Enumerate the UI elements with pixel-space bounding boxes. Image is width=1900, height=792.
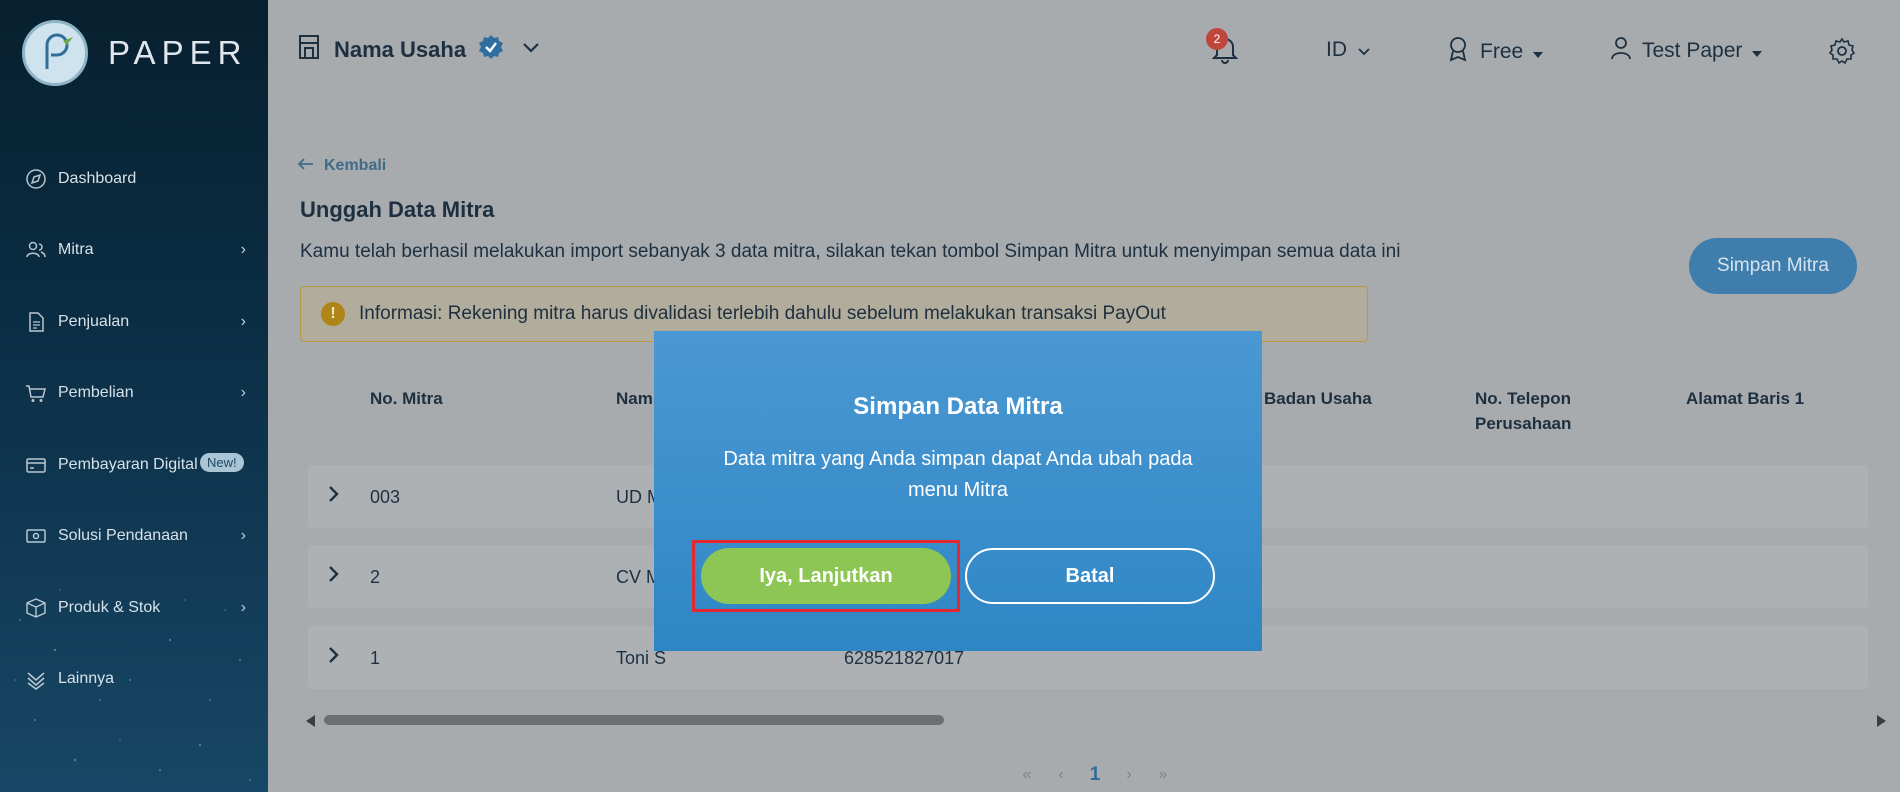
compass-icon [24, 167, 48, 191]
back-label: Kembali [324, 157, 387, 174]
scrollbar-thumb[interactable] [324, 715, 944, 725]
chevron-right-icon[interactable] [328, 485, 340, 508]
pagination: « ‹ 1 › » [1010, 764, 1180, 786]
sidebar-menu: Dashboard Mitra › Penjualan › Pembelian … [0, 143, 268, 715]
notification-count-badge: 2 [1206, 28, 1228, 50]
user-menu[interactable]: Test Paper [1610, 36, 1763, 66]
sidebar-item-label: Lainnya [58, 670, 115, 688]
box-icon [24, 596, 48, 620]
import-description: Kamu telah berhasil melakukan import seb… [300, 241, 1401, 262]
gear-icon[interactable] [1828, 37, 1856, 70]
award-icon [1448, 36, 1468, 68]
sidebar-item-label: Produk & Stok [58, 598, 161, 616]
language-selector[interactable]: ID [1326, 38, 1371, 62]
cell-telepon: 628521827017 [844, 648, 965, 668]
first-page-button[interactable]: « [1010, 766, 1044, 784]
card-icon [24, 453, 48, 477]
column-header-badan-usaha[interactable]: Badan Usaha [1264, 386, 1372, 411]
chevron-down-icon [1357, 38, 1371, 62]
chevron-right-icon[interactable] [328, 565, 340, 588]
store-icon [298, 34, 320, 65]
cancel-button[interactable]: Batal [965, 548, 1215, 604]
scroll-right-arrow-icon[interactable] [1876, 714, 1886, 732]
sidebar-item-penjualan[interactable]: Penjualan › [0, 286, 268, 358]
sidebar-item-pembayaran-digital[interactable]: Pembayaran Digital New! [0, 429, 268, 501]
modal-body-text: Data mitra yang Anda simpan dapat Anda u… [723, 448, 1193, 501]
top-header: Nama Usaha 2 ID Free Test Paper [268, 0, 1900, 104]
sidebar-item-solusi-pendanaan[interactable]: Solusi Pendanaan › [0, 501, 268, 573]
scroll-left-arrow-icon[interactable] [306, 714, 316, 732]
sidebar-item-label: Mitra [58, 241, 94, 259]
paper-logo-icon [22, 20, 88, 86]
sidebar-item-label: Solusi Pendanaan [58, 527, 188, 545]
page-title: Unggah Data Mitra [300, 197, 495, 222]
confirm-save-modal: Simpan Data Mitra Data mitra yang Anda s… [654, 331, 1262, 651]
money-icon [24, 524, 48, 548]
document-icon [24, 310, 48, 334]
column-header-alamat-baris-1[interactable]: Alamat Baris 1 [1686, 386, 1804, 411]
next-page-button[interactable]: › [1112, 766, 1146, 784]
save-mitra-button[interactable]: Simpan Mitra [1689, 238, 1857, 294]
exclamation-icon: ! [321, 302, 345, 326]
sidebar-item-pembelian[interactable]: Pembelian › [0, 358, 268, 430]
back-link[interactable]: Kembali [297, 157, 387, 175]
chevron-right-icon[interactable] [328, 646, 340, 669]
column-header-no-mitra[interactable]: No. Mitra [370, 386, 443, 411]
users-icon [24, 238, 48, 262]
cart-icon [24, 381, 48, 405]
brand-logo[interactable]: PAPER [22, 20, 247, 86]
plan-selector[interactable]: Free [1448, 36, 1544, 68]
page-number-current[interactable]: 1 [1078, 764, 1112, 786]
chevron-right-icon: › [240, 598, 246, 616]
chevron-down-icon [522, 41, 540, 59]
last-page-button[interactable]: » [1146, 766, 1180, 784]
business-selector[interactable]: Nama Usaha [298, 34, 540, 65]
user-icon [1610, 36, 1632, 66]
prev-page-button[interactable]: ‹ [1044, 766, 1078, 784]
verified-badge-icon [478, 34, 504, 65]
new-badge: New! [200, 453, 244, 472]
sidebar-item-produk-stok[interactable]: Produk & Stok › [0, 572, 268, 644]
column-header-nama[interactable]: Nam [616, 386, 653, 411]
sidebar-item-lainnya[interactable]: Lainnya [0, 644, 268, 716]
cell-no-mitra: 003 [370, 487, 401, 507]
confirm-button[interactable]: Iya, Lanjutkan [701, 548, 951, 604]
sidebar-item-label: Penjualan [58, 312, 130, 330]
arrow-left-icon [297, 157, 314, 175]
caret-down-icon [1752, 39, 1763, 63]
chevron-right-icon: › [240, 241, 246, 259]
user-name: Test Paper [1642, 39, 1743, 62]
modal-title: Simpan Data Mitra [853, 393, 1063, 420]
language-label: ID [1326, 38, 1347, 61]
brand-name: PAPER [108, 34, 248, 71]
caret-down-icon [1533, 40, 1544, 64]
chevron-right-icon: › [240, 527, 246, 545]
chevron-right-icon: › [240, 312, 246, 330]
plan-label: Free [1480, 40, 1524, 63]
cell-no-mitra: 2 [370, 567, 381, 587]
layers-icon [24, 667, 48, 691]
business-name: Nama Usaha [334, 36, 467, 62]
sidebar-item-mitra[interactable]: Mitra › [0, 215, 268, 287]
info-alert-text: Informasi: Rekening mitra harus divalida… [359, 303, 1166, 324]
cell-nama: Toni S [616, 648, 667, 668]
chevron-right-icon: › [240, 384, 246, 402]
sidebar-item-dashboard[interactable]: Dashboard [0, 143, 268, 215]
cell-no-mitra: 1 [370, 648, 381, 668]
sidebar-item-label: Dashboard [58, 169, 137, 187]
sidebar-item-label: Pembelian [58, 384, 134, 402]
sidebar: PAPER Dashboard Mitra › Penjualan › Pemb… [0, 0, 268, 792]
column-header-no-telepon-perusahaan[interactable]: No. Telepon Perusahaan [1475, 386, 1605, 436]
horizontal-scrollbar[interactable] [306, 712, 1886, 728]
